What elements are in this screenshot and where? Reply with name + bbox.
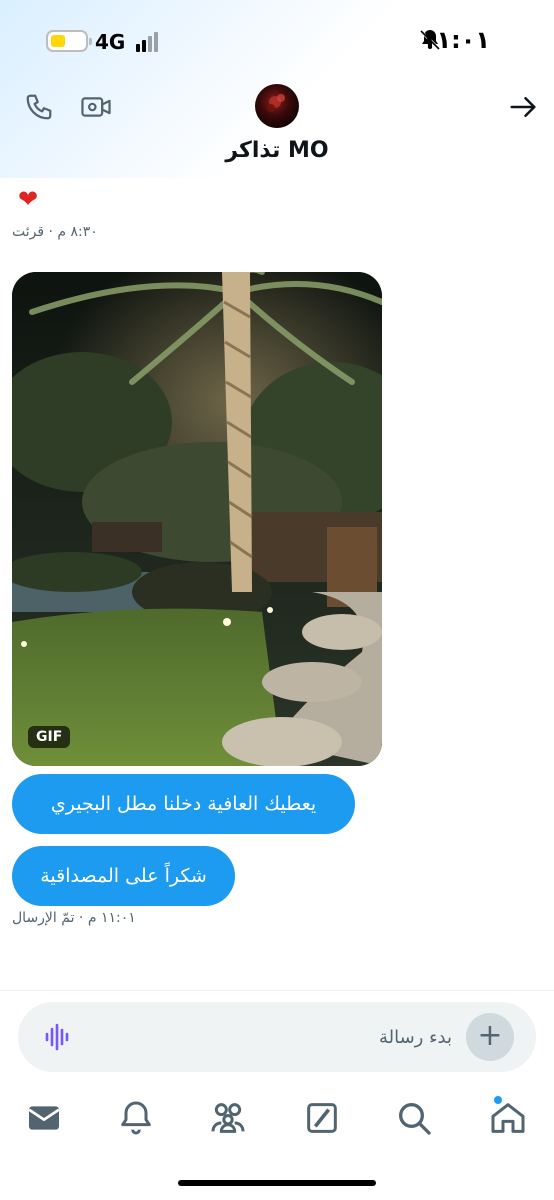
- message-composer: +: [18, 1002, 536, 1072]
- dm-conversation-screen: 4G ١١:٠١ تذاكر MO ❤ ٨:٣٠ م · قرئت GIF يع…: [0, 0, 554, 1200]
- gif-message[interactable]: GIF: [12, 272, 382, 766]
- grok-icon: [307, 1103, 337, 1133]
- nav-communities[interactable]: [208, 1098, 248, 1138]
- mail-icon: [28, 1106, 60, 1130]
- bell-icon: [121, 1101, 151, 1135]
- gif-image: [12, 272, 382, 766]
- status-bar: 4G ١١:٠١: [0, 0, 554, 80]
- avatar[interactable]: [255, 84, 299, 128]
- divider: [0, 990, 554, 991]
- status-time: ١١:٠١: [421, 26, 490, 54]
- phone-icon[interactable]: [24, 92, 54, 122]
- voice-message-icon[interactable]: [42, 1022, 72, 1052]
- home-indicator: [178, 1180, 376, 1186]
- battery-icon: [46, 30, 92, 52]
- search-icon: [399, 1103, 431, 1135]
- nav-home[interactable]: [488, 1098, 528, 1138]
- nav-messages[interactable]: [24, 1098, 64, 1138]
- video-icon[interactable]: [80, 92, 112, 122]
- home-notification-dot: [494, 1096, 502, 1104]
- communities-icon: [211, 1103, 245, 1133]
- sent-receipt: ١١:٠١ م · تمّ الإرسال: [12, 910, 136, 926]
- conversation-title[interactable]: تذاكر MO: [0, 138, 554, 163]
- message-bubble[interactable]: شكراً على المصداقية: [12, 846, 235, 906]
- nav-grok[interactable]: [302, 1098, 342, 1138]
- network-label: 4G: [95, 30, 126, 54]
- message-input[interactable]: [152, 1022, 452, 1052]
- heart-reaction: ❤: [18, 185, 39, 213]
- read-receipt: ٨:٣٠ م · قرئت: [12, 224, 98, 240]
- home-icon: [491, 1103, 525, 1133]
- signal-icon: [136, 32, 160, 52]
- nav-search[interactable]: [394, 1098, 434, 1138]
- message-bubble[interactable]: يعطيك العافية دخلنا مطل البجيري: [12, 774, 355, 834]
- gif-badge: GIF: [28, 726, 71, 748]
- bottom-nav: [0, 1088, 554, 1148]
- add-media-button[interactable]: +: [466, 1013, 514, 1061]
- back-arrow-icon[interactable]: [508, 92, 538, 122]
- nav-notifications[interactable]: [116, 1098, 156, 1138]
